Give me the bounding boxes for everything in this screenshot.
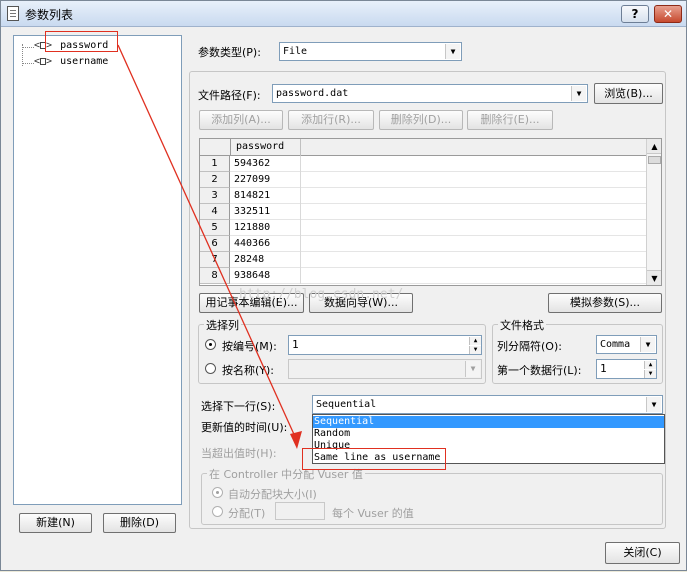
parameter-list-window: 参数列表 ? ✕ < > password < > username 新建(N) 删… [0, 0, 687, 571]
annotation-arrow [117, 44, 302, 449]
